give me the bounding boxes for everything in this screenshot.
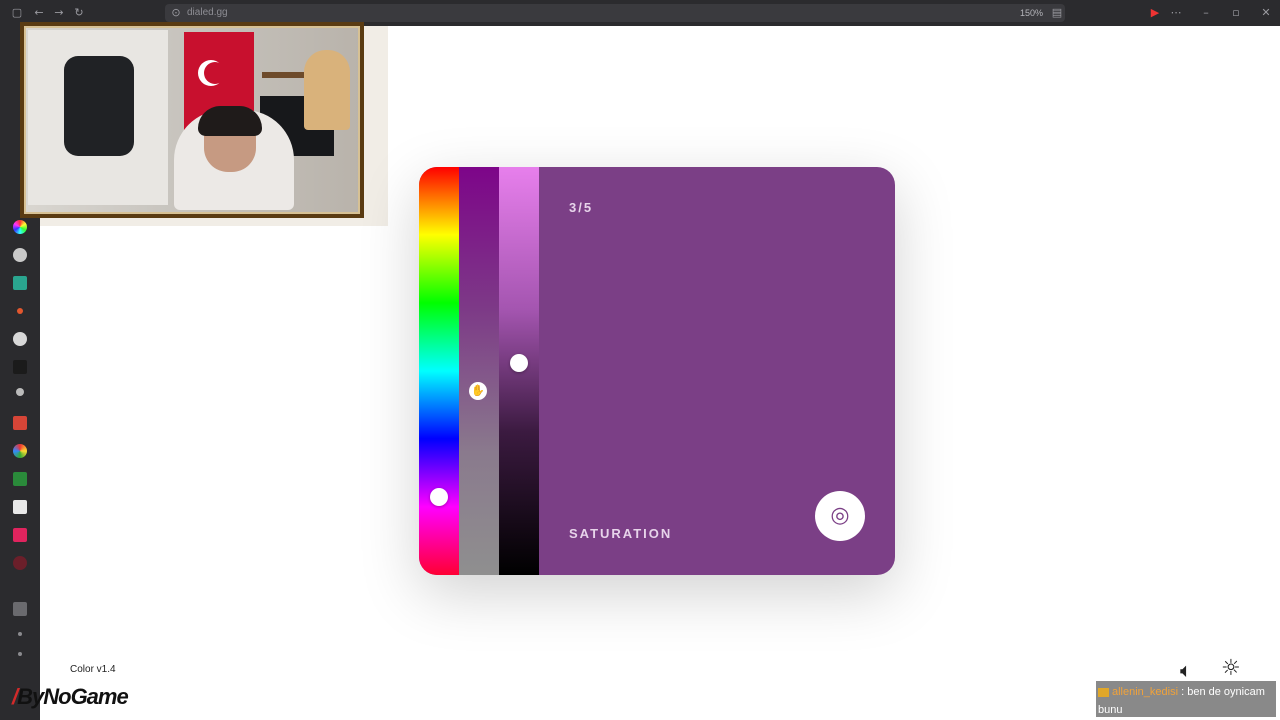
gmail-icon[interactable] — [13, 416, 27, 430]
chrome-icon[interactable] — [13, 444, 27, 458]
round-counter: 3/5 — [569, 200, 594, 215]
dot-icon — [18, 652, 22, 656]
app-icon[interactable] — [13, 472, 27, 486]
maximize-icon[interactable]: ▫ — [1229, 6, 1243, 20]
saturation-slider[interactable] — [459, 167, 499, 575]
grid-icon[interactable] — [13, 360, 27, 374]
zoom-level[interactable]: 150% — [1020, 8, 1043, 18]
sound-icon[interactable]: 🔈︎ — [1180, 658, 1192, 682]
z-icon[interactable] — [13, 276, 27, 290]
brand-name: ByNoGame — [17, 684, 129, 709]
brightness-slider[interactable] — [499, 167, 539, 575]
version-label: Color v1.4 — [70, 664, 116, 675]
close-icon[interactable]: ✕ — [1259, 6, 1273, 20]
submit-button[interactable]: ◎ — [815, 491, 865, 541]
address-bar[interactable]: ⊙ dialed.gg 150% ▤ — [165, 4, 1065, 22]
webcam-poster — [304, 50, 350, 130]
back-icon[interactable]: ← — [32, 6, 46, 20]
bi-icon[interactable] — [13, 528, 27, 542]
dot-icon[interactable] — [17, 308, 23, 314]
webcam-person-hair — [198, 106, 262, 136]
dot-icon — [18, 632, 22, 636]
chat-username: allenin_kedisi — [1112, 686, 1179, 698]
brightness-slider-handle[interactable] — [510, 353, 528, 372]
forward-icon[interactable]: → — [52, 6, 66, 20]
circle-icon[interactable] — [13, 332, 27, 346]
youtube-icon[interactable]: ▶ — [1148, 6, 1162, 20]
hue-slider[interactable] — [419, 167, 459, 575]
color-app-icon[interactable] — [13, 220, 27, 234]
target-icon: ◎ — [830, 503, 850, 528]
site-info-icon[interactable]: ⊙ — [169, 6, 183, 20]
pin-icon[interactable] — [13, 556, 27, 570]
hue-slider-handle[interactable] — [430, 488, 448, 507]
chat-separator: : — [1178, 686, 1188, 698]
globe-icon[interactable] — [13, 248, 27, 262]
webcam-feed — [20, 22, 364, 218]
sidebar-toggle-icon[interactable]: ▢ — [10, 6, 24, 20]
w-icon[interactable] — [16, 388, 24, 396]
brand-logo: /ByNoGame — [12, 684, 129, 710]
webcam-overlay-area — [20, 22, 388, 226]
more-icon[interactable]: ⋯ — [1169, 6, 1183, 20]
theme-toggle-sun-icon[interactable]: ☼ — [1221, 656, 1241, 681]
chat-badge-icon — [1098, 687, 1109, 697]
slider-mode-label: SATURATION — [569, 526, 673, 541]
color-game-card: ✋ 3/5 SATURATION ◎ — [419, 167, 895, 575]
url-text: dialed.gg — [187, 7, 228, 18]
download-icon[interactable] — [13, 602, 27, 616]
webcam-bag — [64, 56, 134, 156]
reader-icon[interactable]: ▤ — [1050, 6, 1064, 20]
notion-icon[interactable] — [13, 500, 27, 514]
reload-icon[interactable]: ↻ — [72, 6, 86, 20]
minimize-icon[interactable]: – — [1199, 6, 1213, 20]
chat-message: allenin_kedisi : ben de oynicam bunu — [1096, 681, 1276, 717]
